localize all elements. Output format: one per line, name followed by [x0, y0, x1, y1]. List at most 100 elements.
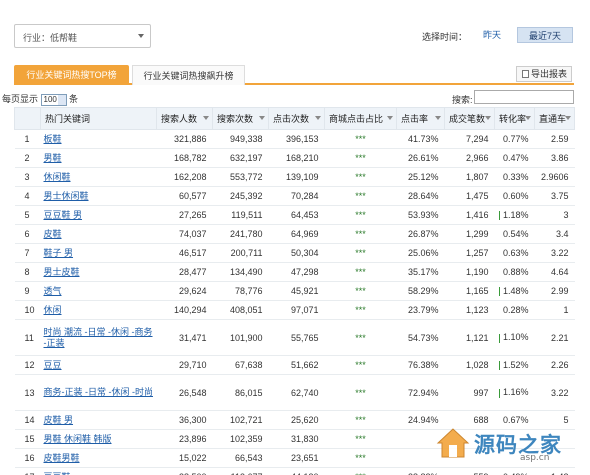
table-cell: 1,121 [444, 319, 495, 356]
export-button[interactable]: 导出报表 [516, 66, 572, 82]
per-page: 每页显示 100 条 [2, 92, 78, 106]
keyword-link[interactable]: 男鞋 休闲鞋 韩版 [44, 434, 112, 444]
keyword-link[interactable]: 休闲鞋 [44, 172, 71, 182]
cell-value: 1.52% [502, 359, 529, 370]
trend-bar [498, 211, 500, 221]
cell-value: 46,517 [178, 248, 207, 258]
table-cell: 16 [14, 448, 41, 468]
column-header-label: 搜索人数 [161, 114, 198, 124]
table-cell: 12 [14, 355, 41, 375]
cell-value: 26,548 [178, 387, 207, 398]
keyword-link[interactable]: 男鞋 [44, 153, 62, 163]
keyword-link[interactable]: 休闲 [44, 305, 62, 315]
top-filter-bar: 行业：低帮鞋 选择时间： 昨天 最近7天 [0, 0, 590, 52]
table-row: 7 鞋子 男 46,517 200,711 50,304 *** 25.06% 1,257 0.… [14, 243, 575, 263]
per-page-select[interactable]: 100 [40, 93, 67, 106]
cell-value: 1,165 [465, 286, 489, 296]
cell-value: 29,624 [178, 286, 207, 296]
table-cell: *** [324, 410, 397, 430]
table-cell: 101,900 [212, 319, 269, 356]
keyword-link[interactable]: 男士休闲鞋 [44, 191, 89, 201]
keyword-link[interactable]: 皮鞋男鞋 [44, 453, 80, 463]
keyword-link[interactable]: 商务-正装 -日常 -休闲 -时尚 [44, 387, 154, 397]
column-header[interactable]: 点击率 [396, 107, 445, 130]
table-row: 3 休闲鞋 162,208 553,772 139,109 *** 25.12% 1,807 0… [14, 167, 575, 187]
table-cell: 1 [14, 129, 41, 149]
column-header[interactable]: 商城点击占比 [324, 107, 397, 130]
table-cell: 0.54% [494, 224, 535, 244]
keyword-link[interactable]: 鞋子 男 [44, 248, 74, 258]
tab-hot-top[interactable]: 行业关键词热搜TOP榜 [14, 65, 129, 85]
keyword-link[interactable]: 豆豆鞋 男 [44, 210, 83, 220]
house-icon [436, 428, 470, 458]
keyword-link[interactable]: 豆豆鞋 [44, 472, 71, 475]
table-cell: 1.48% [494, 281, 535, 301]
table-cell: 134,490 [212, 262, 269, 282]
table-cell: 1,416 [444, 205, 495, 225]
table-cell: 46,517 [156, 243, 213, 263]
table-cell: 200,711 [212, 243, 269, 263]
cell-value: *** [355, 191, 366, 201]
table-cell: *** [324, 374, 397, 411]
column-header[interactable]: 转化率 [494, 107, 535, 130]
column-header[interactable]: 成交笔数 [444, 107, 495, 130]
table-cell: 29,624 [156, 281, 213, 301]
sort-icon [485, 116, 491, 120]
keyword-link[interactable]: 皮鞋 [44, 229, 62, 239]
table-cell: 162,208 [156, 167, 213, 187]
table-cell: 31,830 [268, 429, 325, 449]
cell-value: *** [355, 210, 366, 220]
table-cell: 1.10% [494, 319, 535, 356]
time-yesterday-button[interactable]: 昨天 [476, 27, 508, 43]
table-controls: 每页显示 100 条 搜索: [0, 89, 590, 107]
column-header-label: 点击率 [401, 114, 429, 124]
cell-value: 553,772 [229, 172, 263, 182]
keyword-link[interactable]: 皮鞋 男 [44, 415, 74, 425]
tab-rising[interactable]: 行业关键词热搜飙升榜 [132, 65, 245, 85]
table-row: 9 透气 29,624 78,776 45,921 *** 58.29% 1,165 1.48%… [14, 281, 575, 301]
cell-value: 2.59 [550, 134, 569, 144]
column-header[interactable]: 搜索人数 [156, 107, 213, 130]
cell-value: 1,807 [465, 172, 489, 182]
column-header [14, 107, 41, 130]
cell-value: 997 [473, 387, 489, 398]
table-cell: 60,577 [156, 186, 213, 206]
cell-value: *** [355, 153, 366, 163]
table-cell: 25,620 [268, 410, 325, 430]
column-header[interactable]: 点击次数 [268, 107, 325, 130]
cell-value: 1,475 [465, 191, 489, 201]
table-row: 4 男士休闲鞋 60,577 245,392 70,284 *** 28.64% 1,475 0… [14, 186, 575, 206]
column-header[interactable]: 热门关键词 [40, 107, 157, 130]
keyword-link[interactable]: 男士皮鞋 [44, 267, 80, 277]
cell-value: 3.4 [555, 229, 569, 239]
cell-value: 1.48% [502, 285, 529, 296]
time-last7-button[interactable]: 最近7天 [517, 27, 573, 43]
keyword-link[interactable]: 透气 [44, 286, 62, 296]
cell-value: 1.10% [502, 332, 529, 343]
cell-value: 1 [24, 134, 30, 144]
column-header[interactable]: 搜索次数 [212, 107, 269, 130]
sort-icon [259, 116, 265, 120]
cell-value: 97,071 [290, 305, 319, 315]
cell-value: 321,886 [173, 134, 207, 144]
cell-value: 1,299 [465, 229, 489, 239]
table-cell: 3.22 [534, 374, 575, 411]
keyword-link[interactable]: 豆豆 [44, 360, 62, 370]
cell-value: 168,210 [285, 153, 319, 163]
cell-value: 3 [24, 172, 30, 182]
cell-value: 6 [24, 229, 30, 239]
table-cell: 119,511 [212, 205, 269, 225]
cell-value: 3 [563, 210, 569, 220]
table-cell: 26.61% [396, 148, 445, 168]
cell-value: 64,453 [290, 210, 319, 220]
table-cell: 241,780 [212, 224, 269, 244]
table-cell: 2.9606 [534, 167, 575, 187]
keyword-link[interactable]: 板鞋 [44, 134, 62, 144]
keyword-link[interactable]: 时尚 潮流 -日常 -休闲 -商务 -正装 [44, 327, 153, 348]
industry-select[interactable]: 行业：低帮鞋 [14, 24, 151, 48]
table-cell: 23.79% [396, 300, 445, 320]
column-header[interactable]: 直通车 [534, 107, 575, 130]
search-input[interactable] [474, 90, 574, 104]
cell-value: 11 [24, 332, 34, 343]
cell-value: *** [355, 434, 366, 444]
